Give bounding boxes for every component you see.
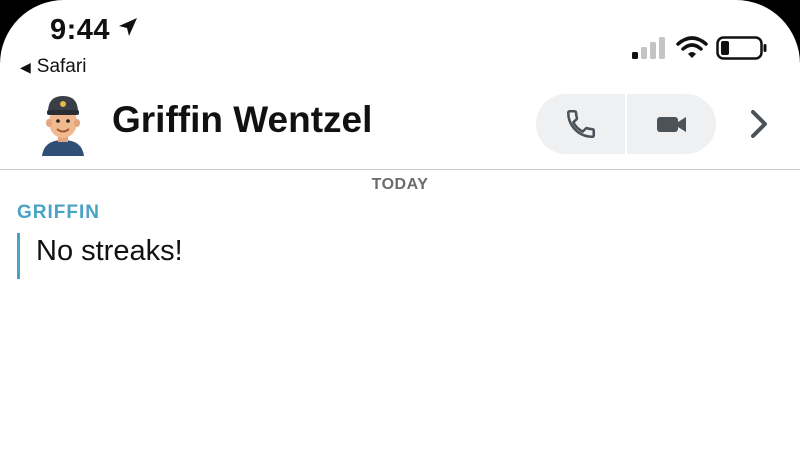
avatar[interactable] [38, 92, 88, 156]
chevron-right-icon[interactable] [744, 106, 774, 142]
clock: 9:44 [50, 14, 111, 46]
chat-message[interactable]: No streaks! [36, 235, 183, 268]
call-button-group [536, 94, 716, 154]
contact-name[interactable]: Griffin Wentzel [112, 99, 372, 141]
video-camera-icon [656, 117, 686, 132]
battery-icon [716, 36, 767, 60]
back-app-label: Safari [36, 56, 87, 77]
cellular-signal-icon [632, 37, 665, 59]
sender-name: GRIFFIN [17, 202, 100, 223]
status-time: 9:44 [50, 14, 140, 47]
back-triangle-icon: ◀ [20, 58, 31, 75]
wifi-icon [676, 36, 708, 58]
phone-icon [566, 109, 595, 139]
date-separator: TODAY [371, 176, 429, 193]
chat-screen: 9:44 ◀ Safari Griffin Wentzel TODAY GRIF… [0, 0, 800, 450]
location-arrow-icon [116, 14, 140, 47]
header-divider [0, 169, 800, 170]
back-to-app-button[interactable]: ◀ Safari [20, 56, 86, 78]
voice-call-button[interactable] [536, 94, 625, 154]
message-accent-bar [17, 233, 20, 279]
video-call-button[interactable] [627, 94, 716, 154]
